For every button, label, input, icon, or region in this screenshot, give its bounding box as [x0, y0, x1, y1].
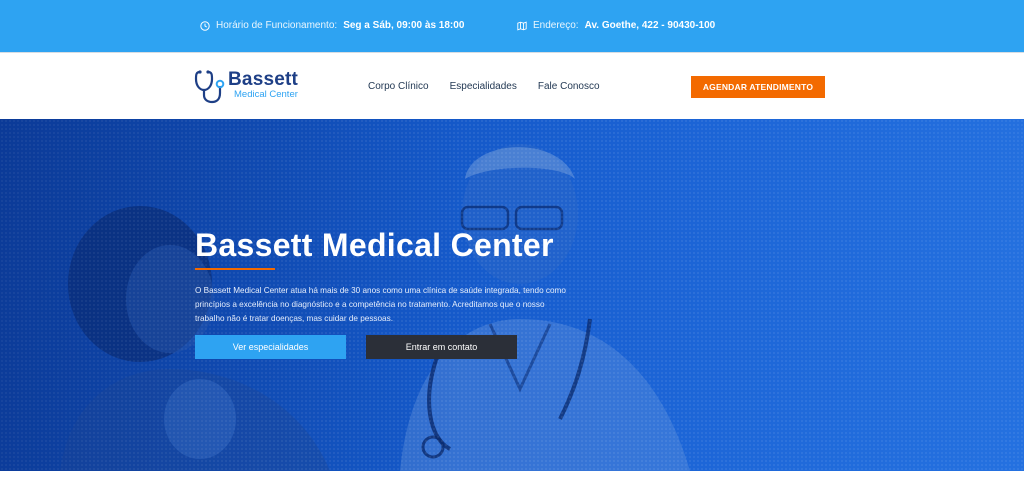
- logo-subtitle: Medical Center: [234, 89, 298, 100]
- site-header: Bassett Medical Center Corpo Clínico Esp…: [0, 52, 1024, 119]
- nav-fale-conosco[interactable]: Fale Conosco: [538, 81, 600, 92]
- clock-icon: [200, 20, 210, 31]
- address-label: Endereço:: [533, 20, 579, 31]
- schedule-appointment-button[interactable]: AGENDAR ATENDIMENTO: [691, 76, 825, 98]
- contact-button[interactable]: Entrar em contato: [366, 335, 517, 359]
- main-nav: Corpo Clínico Especialidades Fale Conosc…: [368, 81, 600, 92]
- hero-section: Bassett Medical Center O Bassett Medical…: [0, 119, 1024, 471]
- logo-name: Bassett: [228, 69, 299, 90]
- top-info-bar: Horário de Funcionamento: Seg a Sáb, 09:…: [0, 0, 1024, 52]
- stethoscope-logo-icon: [194, 70, 225, 104]
- hours-label: Horário de Funcionamento:: [216, 20, 338, 31]
- hero-description: O Bassett Medical Center atua há mais de…: [195, 286, 566, 323]
- hours-value: Seg a Sáb, 09:00 às 18:00: [343, 20, 465, 31]
- logo[interactable]: Bassett Medical Center: [194, 68, 298, 106]
- nav-corpo-clinico[interactable]: Corpo Clínico: [368, 81, 429, 92]
- address-value: Av. Goethe, 422 - 90430-100: [584, 20, 716, 31]
- nav-especialidades[interactable]: Especialidades: [450, 81, 517, 92]
- map-icon: [517, 21, 527, 30]
- title-underline: [195, 268, 275, 270]
- view-specialties-button[interactable]: Ver especialidades: [195, 335, 346, 359]
- opening-hours: Horário de Funcionamento: Seg a Sáb, 09:…: [200, 20, 464, 31]
- address: Endereço: Av. Goethe, 422 - 90430-100: [517, 20, 715, 31]
- hero-title: Bassett Medical Center: [195, 227, 554, 263]
